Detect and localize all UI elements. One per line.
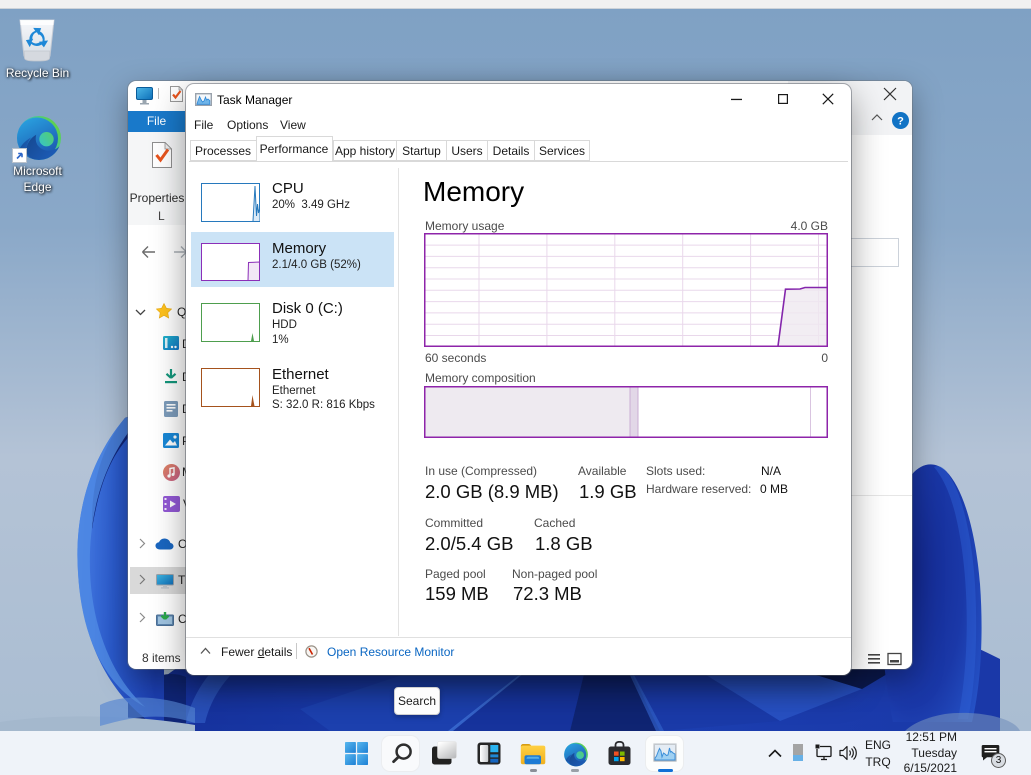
svg-text:?: ? xyxy=(897,116,904,128)
